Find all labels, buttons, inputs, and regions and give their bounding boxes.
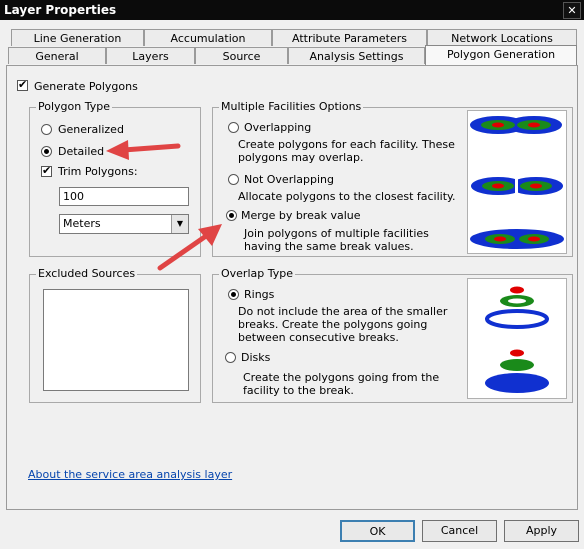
ok-button[interactable]: OK [340, 520, 415, 542]
annotation-arrows [106, 140, 222, 271]
arrow-to-merge [157, 224, 222, 271]
apply-button[interactable]: Apply [504, 520, 579, 542]
tab-polygon-generation[interactable]: Polygon Generation [425, 45, 577, 65]
cancel-button[interactable]: Cancel [422, 520, 497, 542]
arrow-to-detailed [106, 140, 181, 160]
